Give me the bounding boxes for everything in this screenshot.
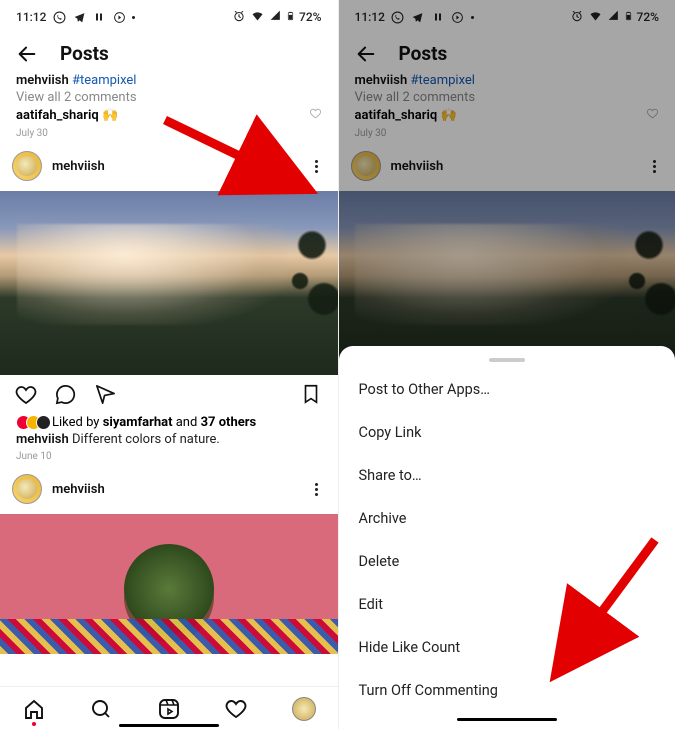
sheet-edit[interactable]: Edit [339, 583, 675, 626]
feed[interactable]: mehviish #teampixel View all 2 comments … [0, 73, 338, 686]
commenter-username[interactable]: aatifah_shariq [16, 108, 99, 123]
sheet-grabber[interactable] [489, 358, 525, 362]
post-header: mehviish [0, 141, 338, 191]
bookmark-icon[interactable] [300, 383, 324, 407]
whatsapp-icon [52, 10, 66, 24]
comment-row: aatifah_shariq 🙌 [0, 107, 338, 124]
sheet-delete[interactable]: Delete [339, 540, 675, 583]
alarm-icon [232, 9, 246, 26]
status-time: 11:12 [16, 10, 46, 24]
post-username[interactable]: mehviish [52, 482, 105, 497]
caption-username[interactable]: mehviish [16, 432, 69, 447]
nav-home-icon[interactable] [22, 697, 46, 721]
screen-left: 11:12 72% Posts mehviish #teampixel View… [0, 0, 338, 729]
sheet-turn-off-commenting[interactable]: Turn Off Commenting [339, 669, 675, 712]
caption-username[interactable]: mehviish [16, 73, 69, 88]
post-image[interactable] [0, 514, 338, 654]
battery-icon [286, 9, 295, 26]
liked-by-prefix: Liked by [52, 415, 99, 430]
avatar[interactable] [12, 151, 42, 181]
status-battery-text: 72% [299, 10, 321, 24]
post-date: July 30 [0, 126, 338, 141]
telegram-icon [72, 10, 86, 24]
bottom-nav [0, 686, 338, 729]
nav-activity-icon[interactable] [224, 697, 248, 721]
page-title: Posts [60, 42, 109, 65]
comment-icon[interactable] [54, 383, 78, 407]
more-options-icon[interactable] [308, 154, 326, 179]
post-username[interactable]: mehviish [52, 159, 105, 174]
caption-text: Different colors of nature. [72, 432, 220, 447]
liked-by-count: 37 others [201, 415, 257, 430]
view-comments-link[interactable]: View all 2 comments [0, 88, 338, 107]
liked-by-middle: and [176, 415, 198, 430]
back-icon[interactable] [16, 43, 38, 65]
likes-row[interactable]: Liked by siyamfarhat and 37 others [0, 415, 338, 430]
nav-handle [457, 718, 557, 721]
options-sheet: Post to Other Apps… Copy Link Share to… … [339, 346, 675, 729]
sheet-archive[interactable]: Archive [339, 497, 675, 540]
like-comment-icon[interactable] [309, 107, 322, 124]
post-caption: mehviish Different colors of nature. [0, 432, 338, 447]
sheet-copy-link[interactable]: Copy Link [339, 411, 675, 454]
avatar[interactable] [12, 474, 42, 504]
status-bar: 11:12 72% [0, 0, 338, 30]
like-icon[interactable] [14, 383, 38, 407]
post-header: mehviish [0, 464, 338, 514]
share-icon[interactable] [94, 383, 118, 407]
screen-right: 11:12 72% Posts mehviish #teampixel View… [338, 0, 675, 729]
nav-search-icon[interactable] [89, 697, 113, 721]
nav-handle [119, 724, 219, 727]
nav-profile-icon[interactable] [292, 697, 316, 721]
post-image[interactable] [0, 191, 338, 375]
circle-arrow-icon [112, 10, 126, 24]
post-date: June 10 [0, 449, 338, 464]
comment-emoji: 🙌 [102, 108, 118, 123]
more-options-icon[interactable] [308, 477, 326, 502]
pause-icon [92, 10, 106, 24]
wifi-icon [250, 8, 265, 26]
signal-icon [269, 9, 282, 25]
sheet-share-to[interactable]: Share to… [339, 454, 675, 497]
sheet-post-other-apps[interactable]: Post to Other Apps… [339, 368, 675, 411]
liker-avatars [16, 415, 46, 430]
liked-by-user: siyamfarhat [103, 415, 173, 430]
sheet-hide-like-count[interactable]: Hide Like Count [339, 626, 675, 669]
header: Posts [0, 30, 338, 73]
hashtag[interactable]: #teampixel [72, 73, 136, 88]
post-actions [0, 375, 338, 415]
status-dot [132, 16, 135, 19]
post-caption: mehviish #teampixel [0, 73, 338, 88]
nav-reels-icon[interactable] [157, 697, 181, 721]
